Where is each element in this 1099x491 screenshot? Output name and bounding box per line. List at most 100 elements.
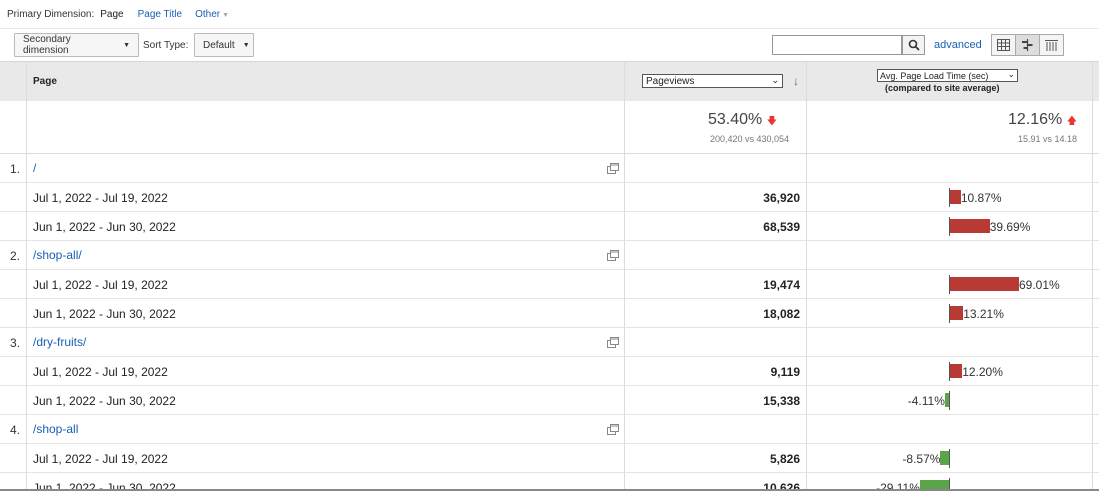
table-search-input[interactable]: [772, 35, 902, 55]
secondary-dimension-label: Secondary dimension: [23, 34, 71, 56]
sort-type-label: Sort Type:: [143, 40, 189, 51]
loadtime-bar-positive: [950, 219, 990, 233]
date-range-row: Jul 1, 2022 - Jul 19, 2022 36,920 10.87%: [0, 183, 1099, 212]
loadtime-comparison-subtitle: (compared to site average): [885, 83, 1000, 93]
comparison-icon: [1022, 39, 1033, 51]
date-range-row: Jun 1, 2022 - Jun 30, 2022 18,082 13.21%: [0, 299, 1099, 328]
loadtime-bar-label: 39.69%: [989, 220, 1031, 234]
grid-icon: [997, 39, 1010, 51]
pageviews-metric-select[interactable]: Pageviews ⌄: [642, 74, 783, 88]
pageviews-summary-value: 53.40%: [708, 111, 763, 128]
primary-dimension-label: Primary Dimension:: [7, 8, 95, 20]
loadtime-bar-positive: [950, 306, 964, 320]
advanced-filter-link[interactable]: advanced: [934, 39, 982, 51]
page-path-link[interactable]: /dry-fruits/: [33, 335, 86, 349]
loadtime-summary-value: 12.16%: [1008, 111, 1063, 128]
secondary-dimension-select[interactable]: Secondary dimension ▼: [14, 33, 139, 57]
pageviews-value: 36,920: [763, 191, 800, 205]
column-divider: [806, 61, 807, 491]
row-index: 4.: [10, 423, 21, 437]
page-path-link[interactable]: /shop-all/: [33, 248, 82, 262]
page-path-link[interactable]: /: [33, 161, 36, 175]
loadtime-bar-label: -4.11%: [907, 394, 945, 408]
dimension-page-active: Page: [100, 8, 124, 20]
loadtime-bar-label: -8.57%: [902, 452, 941, 466]
page-group-row: 3. /dry-fruits/: [0, 328, 1099, 357]
pageviews-summary-detail: 200,420 vs 430,054: [710, 134, 790, 144]
page-group-row: 1. /: [0, 154, 1099, 183]
date-range-row: Jun 1, 2022 - Jun 30, 2022 15,338 -4.11%: [0, 386, 1099, 415]
pageviews-value: 9,119: [770, 365, 800, 379]
loadtime-bar-positive: [950, 190, 961, 204]
dimension-page-title-link[interactable]: Page Title: [138, 9, 182, 20]
page-group-row: 2. /shop-all/: [0, 241, 1099, 270]
pageviews-value: 19,474: [763, 278, 800, 292]
sort-type-select[interactable]: Default ▼: [194, 33, 254, 57]
arrow-up-icon: 🡅: [1066, 116, 1077, 127]
dimension-other-label: Other: [195, 8, 221, 20]
page-path-link[interactable]: /shop-all: [33, 422, 78, 436]
chevron-down-icon: ▼: [242, 41, 250, 49]
date-range-label: Jun 1, 2022 - Jun 30, 2022: [33, 394, 176, 408]
chevron-down-icon: ⌄: [771, 75, 779, 85]
date-range-label: Jul 1, 2022 - Jul 19, 2022: [33, 278, 168, 292]
date-range-row: Jun 1, 2022 - Jun 30, 2022 68,539 39.69%: [0, 212, 1099, 241]
term-cloud-view-button[interactable]: [1039, 34, 1064, 56]
search-button[interactable]: [902, 35, 925, 55]
loadtime-summary-percent: 12.16% 🡅: [1008, 111, 1077, 131]
sort-descending-icon[interactable]: ↓: [793, 74, 799, 88]
date-range-label: Jun 1, 2022 - Jun 30, 2022: [33, 220, 176, 234]
open-external-icon[interactable]: [607, 163, 619, 174]
pageviews-value: 18,082: [763, 307, 800, 321]
summary-row: 53.40% 🡇 200,420 vs 430,054 12.16% 🡅 15.…: [0, 101, 1099, 154]
table-toolbar: Secondary dimension ▼ Sort Type: Default…: [0, 28, 1099, 61]
date-range-label: Jul 1, 2022 - Jul 19, 2022: [33, 191, 168, 205]
bar-axis: [949, 449, 950, 468]
pivot-icon: [1045, 40, 1058, 51]
pageviews-metric-label: Pageviews: [646, 75, 695, 87]
pageviews-value: 5,826: [769, 452, 800, 466]
pageviews-value: 68,539: [763, 220, 800, 234]
loadtime-bar-positive: [950, 364, 963, 378]
loadtime-bar-label: 12.20%: [962, 365, 1003, 379]
bar-axis: [949, 391, 950, 410]
chevron-down-icon: ▼: [123, 41, 130, 49]
loadtime-bar-label: 13.21%: [963, 307, 1004, 321]
row-index: 2.: [10, 249, 21, 263]
table-header: Page Pageviews ⌄ ↓ Avg. Page Load Time (…: [0, 61, 1099, 101]
date-range-label: Jul 1, 2022 - Jul 19, 2022: [33, 365, 168, 379]
loadtime-bar-negative: [944, 393, 949, 407]
column-divider: [26, 61, 27, 491]
pageviews-value: 15,338: [763, 394, 800, 408]
loadtime-metric-select[interactable]: Avg. Page Load Time (sec) ⌄: [877, 69, 1018, 82]
column-header-page: Page: [33, 76, 57, 87]
date-range-row: Jul 1, 2022 - Jul 19, 2022 5,826 -8.57%: [0, 444, 1099, 473]
loadtime-bar-negative: [940, 451, 949, 465]
row-index: 3.: [10, 336, 21, 350]
sort-type-value: Default: [203, 39, 235, 51]
column-divider: [1092, 61, 1093, 491]
loadtime-bar-positive: [950, 277, 1019, 291]
chevron-down-icon: ▼: [222, 11, 230, 19]
pageviews-summary-percent: 53.40% 🡇: [708, 111, 777, 131]
loadtime-bar-label: 69.01%: [1019, 278, 1060, 292]
view-switcher: [991, 34, 1064, 56]
column-divider: [624, 61, 625, 491]
primary-dimension-bar: Primary Dimension: Page Page Title Other…: [0, 0, 1099, 28]
date-range-row: Jul 1, 2022 - Jul 19, 2022 9,119 12.20%: [0, 357, 1099, 386]
loadtime-metric-label: Avg. Page Load Time (sec): [880, 70, 989, 81]
arrow-down-icon: 🡇: [766, 116, 777, 127]
page-group-row: 4. /shop-all: [0, 415, 1099, 444]
open-external-icon[interactable]: [607, 250, 619, 261]
date-range-label: Jun 1, 2022 - Jun 30, 2022: [33, 307, 176, 321]
date-range-row: Jul 1, 2022 - Jul 19, 2022 19,474 69.01%: [0, 270, 1099, 299]
dimension-other-dropdown[interactable]: Other ▼: [195, 9, 229, 20]
loadtime-summary-detail: 15.91 vs 14.18: [1018, 134, 1078, 144]
date-range-label: Jul 1, 2022 - Jul 19, 2022: [33, 452, 168, 466]
row-index: 1.: [10, 162, 21, 176]
open-external-icon[interactable]: [607, 337, 619, 348]
comparison-view-button[interactable]: [1015, 34, 1040, 56]
open-external-icon[interactable]: [607, 424, 619, 435]
data-table-view-button[interactable]: [991, 34, 1016, 56]
loadtime-bar-label: 10.87%: [960, 191, 1002, 205]
